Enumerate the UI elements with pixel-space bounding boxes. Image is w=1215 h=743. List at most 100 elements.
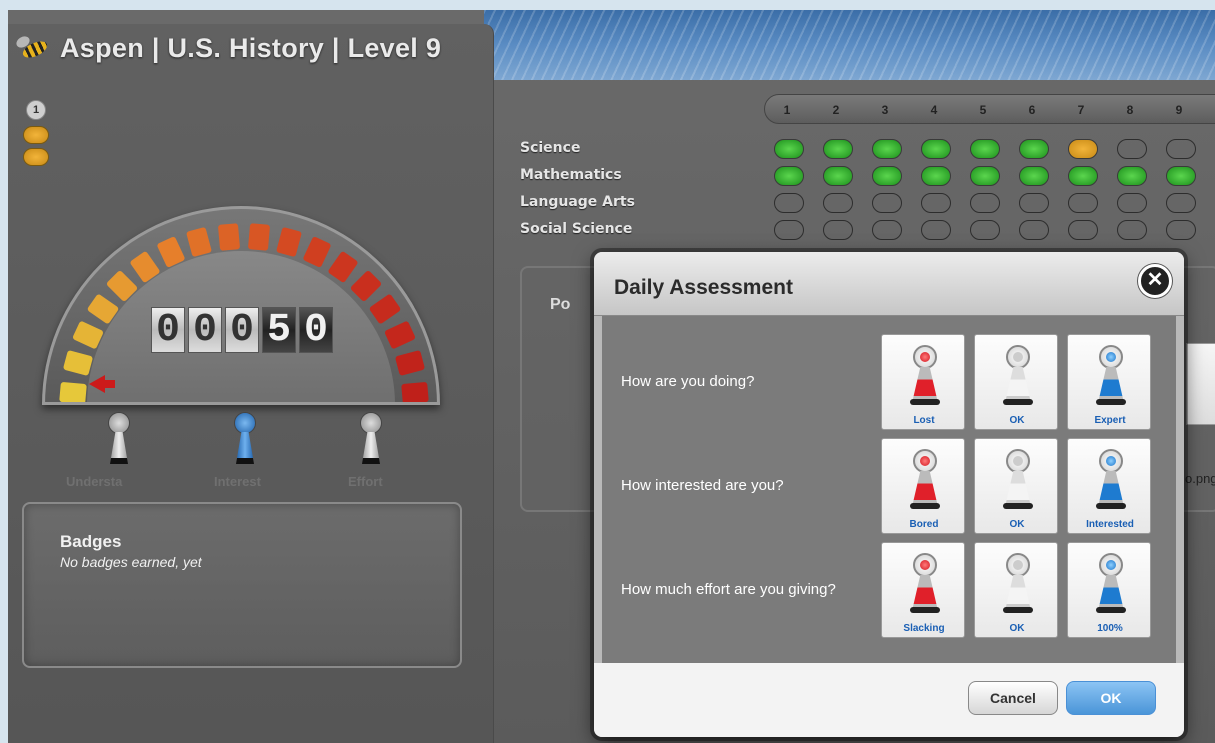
answer-option[interactable]: OK [974,334,1058,430]
dialog-footer: Cancel OK [594,663,1184,737]
ok-button[interactable]: OK [1066,681,1156,715]
progress-dot[interactable] [872,220,902,240]
close-icon[interactable]: ✕ [1138,264,1172,298]
knob-icon [913,345,937,369]
progress-dot[interactable] [823,166,853,186]
answer-option[interactable]: OK [974,438,1058,534]
progress-dot[interactable] [921,139,951,159]
cancel-button[interactable]: Cancel [968,681,1058,715]
progress-dot[interactable] [823,220,853,240]
dialog-header: Daily Assessment ✕ [594,252,1184,316]
app-header: Aspen | U.S. History | Level 9 [10,24,441,72]
answer-option[interactable]: Bored [881,438,965,534]
knob-icon [913,553,937,577]
odometer-digit: 0 [151,307,185,353]
level-badge[interactable]: 1 [26,100,46,120]
progress-dot[interactable] [774,220,804,240]
progress-dot[interactable] [774,166,804,186]
answer-option[interactable]: OK [974,542,1058,638]
odometer-digit: 5 [262,307,296,353]
answer-option-label: Slacking [903,623,945,634]
gauge-segment [401,381,430,402]
progress-dot[interactable] [1068,166,1098,186]
daily-assessment-dialog: Daily Assessment ✕ How are you doing? Los… [594,252,1184,737]
progress-dot[interactable] [1117,220,1147,240]
lesson-column-number: 6 [1028,103,1036,117]
progress-dot[interactable] [1117,166,1147,186]
subject-label: Social Science [520,221,633,237]
gauge-segment [58,381,87,402]
progress-dot[interactable] [1068,139,1098,159]
points-panel-title: Po [550,296,571,313]
lesson-column-number: 2 [832,103,840,117]
progress-dot[interactable] [1117,193,1147,213]
subject-label: Mathematics [520,167,622,183]
progress-dot[interactable] [1068,220,1098,240]
answer-option-label: 100% [1097,623,1123,634]
lesson-column-number: 8 [1126,103,1134,117]
progress-dot[interactable] [1166,166,1196,186]
gauge-segment [302,236,332,269]
progress-dot[interactable] [1019,139,1049,159]
interest-label: Interest [214,474,261,489]
badges-empty-text: No badges earned, yet [60,554,202,570]
level-pill[interactable] [23,126,49,144]
lesson-column-number: 4 [930,103,938,117]
progress-dot[interactable] [921,220,951,240]
progress-dot[interactable] [1019,193,1049,213]
knob-icon [1099,449,1123,473]
gauge-segment [186,226,213,258]
effort-knob-icon[interactable] [356,412,386,472]
answer-option[interactable]: Slacking [881,542,965,638]
page-title: Aspen | U.S. History | Level 9 [60,32,442,63]
progress-dot[interactable] [1019,220,1049,240]
gauge-segment [394,350,426,377]
answer-option-label: Lost [913,415,935,426]
progress-dot[interactable] [872,139,902,159]
progress-dot[interactable] [1019,166,1049,186]
level-pill[interactable] [23,148,49,166]
points-gauge: 0 0 0 5 0 [42,206,440,426]
left-arrow-icon [89,375,115,393]
answer-option[interactable]: Interested [1067,438,1151,534]
progress-dot[interactable] [823,193,853,213]
progress-dot[interactable] [1068,193,1098,213]
progress-dot[interactable] [774,193,804,213]
progress-dot[interactable] [774,139,804,159]
understanding-knob-icon[interactable] [104,412,134,472]
progress-dot[interactable] [872,193,902,213]
progress-dot[interactable] [1166,220,1196,240]
progress-dot[interactable] [970,139,1000,159]
answer-option-label: Expert [1094,415,1126,426]
progress-dot[interactable] [970,220,1000,240]
gauge-segment [62,350,94,377]
progress-dot[interactable] [1117,139,1147,159]
points-odometer: 0 0 0 5 0 [151,307,333,353]
progress-dot[interactable] [921,166,951,186]
progress-dot[interactable] [823,139,853,159]
file-name: o.png [1185,471,1215,486]
interest-knob-icon[interactable] [230,412,260,472]
sky-banner [484,10,1215,80]
lesson-column-number: 5 [979,103,987,117]
progress-dot[interactable] [970,193,1000,213]
progress-dot[interactable] [1166,139,1196,159]
bee-logo-icon [16,37,50,59]
lesson-column-number: 9 [1175,103,1183,117]
lesson-column-number: 1 [783,103,791,117]
app-window: Aspen | U.S. History | Level 9 1 0 0 0 5… [8,10,1215,743]
lesson-column-number: 7 [1077,103,1085,117]
answer-option[interactable]: 100% [1067,542,1151,638]
subject-label: Science [520,140,581,156]
gauge-segment [217,222,241,251]
answer-option-label: OK [1009,519,1025,530]
knob-icon [1006,345,1030,369]
progress-dot[interactable] [921,193,951,213]
question-label: How much effort are you giving? [621,581,836,598]
progress-dot[interactable] [970,166,1000,186]
answer-option[interactable]: Expert [1067,334,1151,430]
progress-dot[interactable] [1166,193,1196,213]
answer-option[interactable]: Lost [881,334,965,430]
progress-dot[interactable] [872,166,902,186]
gauge-segment [349,270,382,303]
